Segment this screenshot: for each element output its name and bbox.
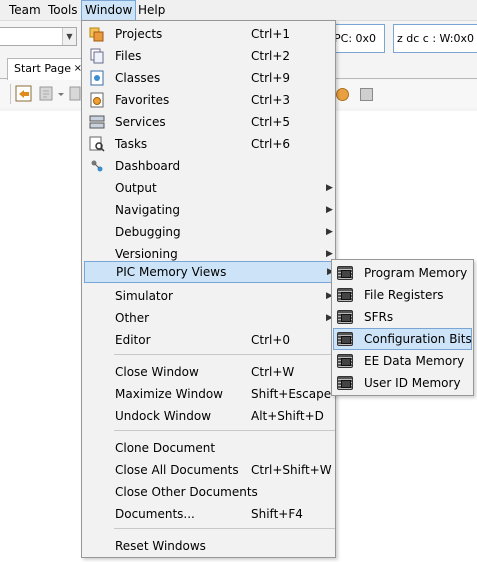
menu-item-reset-windows[interactable]: Reset Windows: [83, 535, 334, 557]
menu-item-documents[interactable]: Documents... Shift+F4: [83, 503, 334, 525]
menu-item-close-all-documents[interactable]: Close All Documents Ctrl+Shift+W: [83, 459, 334, 481]
w-status-box: z dc c : W:0x0 :: [393, 24, 477, 53]
menu-help[interactable]: Help: [135, 0, 168, 21]
menu-team[interactable]: Team: [6, 0, 44, 21]
menu-bar: Team Tools Window Help: [0, 0, 477, 21]
stop-icon[interactable]: [360, 88, 373, 101]
menu-item-favorites[interactable]: Favorites Ctrl+3: [83, 89, 334, 111]
menu-item-close-other-documents[interactable]: Close Other Documents: [83, 481, 334, 503]
menu-item-output[interactable]: Output ▶: [83, 177, 334, 199]
menu-item-projects[interactable]: Projects Ctrl+1: [83, 23, 334, 45]
submenu-item-configuration-bits[interactable]: Configuration Bits: [333, 328, 472, 350]
menu-item-pic-memory-views[interactable]: PIC Memory Views ▶: [84, 261, 335, 283]
menu-item-files[interactable]: Files Ctrl+2: [83, 45, 334, 67]
history-icon[interactable]: [38, 85, 55, 102]
menu-item-dashboard[interactable]: Dashboard: [83, 155, 334, 177]
menu-separator: [114, 430, 335, 431]
memory-chip-icon: [337, 288, 353, 302]
memory-chip-icon: [337, 266, 353, 280]
submenu-item-user-id-memory[interactable]: User ID Memory: [333, 372, 472, 394]
menu-separator: [114, 354, 335, 355]
submenu-item-sfrs[interactable]: SFRs: [333, 306, 472, 328]
tab-label: Start Page: [14, 62, 71, 75]
menu-item-undock-window[interactable]: Undock Window Alt+Shift+D: [83, 405, 334, 427]
dashboard-icon: [89, 158, 105, 174]
configuration-combo[interactable]: ▼: [0, 27, 77, 46]
menu-item-simulator[interactable]: Simulator ▶: [83, 285, 334, 307]
classes-icon: [89, 70, 105, 86]
projects-icon: [89, 26, 105, 42]
menu-item-maximize-window[interactable]: Maximize Window Shift+Escape: [83, 383, 334, 405]
menu-item-other[interactable]: Other ▶: [83, 307, 334, 329]
menu-item-clone-document[interactable]: Clone Document: [83, 437, 334, 459]
chevron-down-icon[interactable]: ▼: [62, 28, 76, 45]
menu-item-debugging[interactable]: Debugging ▶: [83, 221, 334, 243]
pc-status-box: PC: 0x0: [331, 24, 385, 53]
submenu-item-program-memory[interactable]: Program Memory: [333, 262, 472, 284]
menu-item-services[interactable]: Services Ctrl+5: [83, 111, 334, 133]
menu-window[interactable]: Window: [81, 0, 137, 21]
services-icon: [89, 114, 105, 130]
submenu-arrow-icon: ▶: [326, 227, 333, 237]
tab-start-page[interactable]: Start Page ×: [7, 58, 83, 80]
memory-chip-icon: [337, 376, 353, 390]
menu-item-classes[interactable]: Classes Ctrl+9: [83, 67, 334, 89]
record-icon[interactable]: [336, 88, 349, 101]
submenu-item-file-registers[interactable]: File Registers: [333, 284, 472, 306]
memory-chip-icon: [337, 310, 353, 324]
files-icon: [89, 48, 105, 64]
menu-item-navigating[interactable]: Navigating ▶: [83, 199, 334, 221]
back-to-source-icon[interactable]: [15, 85, 32, 102]
tasks-icon: [89, 136, 105, 152]
submenu-item-ee-data-memory[interactable]: EE Data Memory: [333, 350, 472, 372]
history-dropdown-icon[interactable]: [57, 85, 66, 102]
favorites-icon: [89, 92, 105, 108]
submenu-arrow-icon: ▶: [326, 183, 333, 193]
menu-separator: [114, 528, 335, 529]
toolbar-button-icon[interactable]: [69, 85, 81, 102]
memory-chip-icon: [337, 354, 353, 368]
toolbar-divider: [10, 84, 11, 104]
pic-memory-views-submenu: Program Memory File Registers SFRs Confi…: [331, 259, 474, 396]
menu-item-editor[interactable]: Editor Ctrl+0: [83, 329, 334, 351]
submenu-arrow-icon: ▶: [326, 205, 333, 215]
window-menu: Projects Ctrl+1 Files Ctrl+2 Classes Ctr…: [81, 20, 336, 558]
memory-chip-icon: [337, 332, 353, 346]
menu-item-close-window[interactable]: Close Window Ctrl+W: [83, 361, 334, 383]
menu-tools[interactable]: Tools: [45, 0, 81, 21]
menu-item-tasks[interactable]: Tasks Ctrl+6: [83, 133, 334, 155]
